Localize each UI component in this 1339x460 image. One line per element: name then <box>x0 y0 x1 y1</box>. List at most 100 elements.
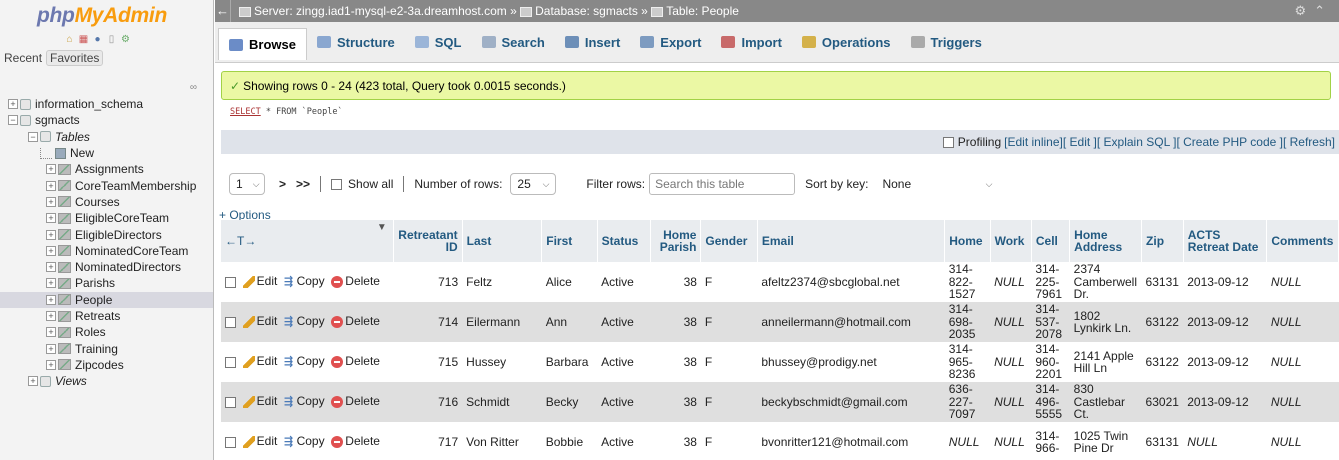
expand-icon[interactable]: + <box>46 278 56 289</box>
row-checkbox[interactable] <box>225 276 236 288</box>
cell-date[interactable]: NULL <box>1183 422 1267 460</box>
breadcrumb-database[interactable]: Database: sgmacts » <box>535 4 648 18</box>
expand-icon[interactable]: + <box>8 99 18 110</box>
cell-address[interactable]: 2141 Apple Hill Ln <box>1069 342 1142 382</box>
show-all-checkbox[interactable] <box>331 178 343 190</box>
cell-date[interactable]: 2013-09-12 <box>1183 382 1267 422</box>
tree-table-retreats[interactable]: + Retreats <box>0 308 213 324</box>
expand-icon[interactable]: + <box>46 213 56 224</box>
create-php-code-link[interactable]: [ Create PHP code ] <box>1176 135 1283 149</box>
tab-insert[interactable]: Insert <box>555 27 630 57</box>
copy-button[interactable]: ⇶ Copy <box>284 314 325 328</box>
cell-zip[interactable]: 63131 <box>1141 262 1184 302</box>
copy-button[interactable]: ⇶ Copy <box>284 274 325 288</box>
cell-id[interactable]: 716 <box>393 382 463 422</box>
edit-button[interactable]: Edit <box>242 354 277 369</box>
cell-status[interactable]: Active <box>597 382 651 422</box>
tab-import[interactable]: Import <box>711 27 791 57</box>
cell-home[interactable]: 314-965-8236 <box>944 342 991 382</box>
cell-date[interactable]: 2013-09-12 <box>1183 262 1267 302</box>
cell-zip[interactable]: 63131 <box>1141 422 1184 460</box>
cell-address[interactable]: 1802 Lynkirk Ln. <box>1069 302 1142 342</box>
cell-last[interactable]: Feltz <box>462 262 542 302</box>
column-header-status[interactable]: Status <box>597 220 652 262</box>
cell-home[interactable]: NULL <box>944 422 991 460</box>
cell-parish[interactable]: 38 <box>650 382 701 422</box>
cell-comments[interactable]: NULL <box>1266 422 1339 460</box>
expand-icon[interactable]: + <box>28 376 38 387</box>
rows-per-page-select[interactable]: 25 ⌵ <box>510 173 557 195</box>
cell-zip[interactable]: 63122 <box>1141 342 1184 382</box>
tree-tables-group[interactable]: − Tables <box>0 129 213 145</box>
cell-last[interactable]: Schmidt <box>462 382 542 422</box>
cell-status[interactable]: Active <box>597 342 651 382</box>
expand-icon[interactable]: + <box>46 164 56 175</box>
edit-button[interactable]: Edit <box>242 434 277 449</box>
tree-table-nominateddirectors[interactable]: + NominatedDirectors <box>0 259 213 275</box>
expand-icon[interactable]: + <box>46 311 56 321</box>
recent-tab[interactable]: Recent <box>4 51 42 65</box>
cell-last[interactable]: Eilermann <box>462 302 542 342</box>
docs-icon[interactable]: ▯ <box>106 34 117 45</box>
settings-icon[interactable]: ⚙ <box>120 34 131 45</box>
cell-id[interactable]: 713 <box>393 262 463 302</box>
copy-button[interactable]: ⇶ Copy <box>284 434 325 448</box>
tree-table-parishs[interactable]: + Parishs <box>0 275 213 291</box>
sort-indicator-icon[interactable]: ▼ <box>377 222 387 234</box>
tree-table-eligiblecoreteam[interactable]: + EligibleCoreTeam <box>0 210 213 226</box>
tab-search[interactable]: Search <box>472 27 555 57</box>
cell-parish[interactable]: 38 <box>650 342 701 382</box>
column-header-home[interactable]: Home <box>944 220 991 262</box>
settings-icon[interactable]: ⚙⌃ <box>1294 3 1339 19</box>
delete-button[interactable]: Delete <box>331 314 380 329</box>
cell-parish[interactable]: 38 <box>650 302 701 342</box>
cell-first[interactable]: Bobbie <box>541 422 598 460</box>
collapse-icon[interactable]: − <box>28 131 38 142</box>
tab-sql[interactable]: SQL <box>405 27 472 57</box>
help-icon[interactable]: ● <box>92 34 103 45</box>
tab-structure[interactable]: Structure <box>307 27 405 57</box>
cell-gender[interactable]: F <box>700 262 758 302</box>
cell-parish[interactable]: 38 <box>650 422 701 460</box>
filter-rows-input[interactable]: Search this table <box>649 173 796 195</box>
column-header-first[interactable]: First <box>541 220 598 262</box>
cell-comments[interactable]: NULL <box>1266 382 1339 422</box>
last-page-button[interactable]: >> <box>296 177 310 191</box>
tab-browse[interactable]: Browse <box>218 28 307 60</box>
cell-address[interactable]: 830 Castlebar Ct. <box>1069 382 1142 422</box>
cell-last[interactable]: Hussey <box>462 342 542 382</box>
column-header-last[interactable]: Last <box>462 220 543 262</box>
expand-icon[interactable]: + <box>46 196 56 207</box>
breadcrumb-server[interactable]: Server: zingg.iad1-mysql-e2-3a.dreamhost… <box>254 4 517 18</box>
page-select[interactable]: 1 ⌵ <box>229 173 265 195</box>
cell-id[interactable]: 714 <box>393 302 463 342</box>
sql-query[interactable]: SELECT * FROM `People` <box>230 107 343 117</box>
cell-id[interactable]: 715 <box>393 342 463 382</box>
cell-date[interactable]: 2013-09-12 <box>1183 302 1267 342</box>
delete-button[interactable]: Delete <box>331 354 380 369</box>
column-header-home-parish[interactable]: Home Parish <box>650 220 702 262</box>
delete-button[interactable]: Delete <box>331 394 380 409</box>
tree-table-people[interactable]: + People <box>0 291 213 308</box>
cell-zip[interactable]: 63021 <box>1141 382 1184 422</box>
row-checkbox[interactable] <box>225 316 236 328</box>
column-header-work[interactable]: Work <box>990 220 1032 262</box>
cell-status[interactable]: Active <box>597 422 651 460</box>
column-header-email[interactable]: Email <box>757 220 946 262</box>
home-icon[interactable]: ⌂ <box>64 34 75 45</box>
breadcrumb-table[interactable]: Table: People <box>666 4 739 18</box>
favorites-tab[interactable]: Favorites <box>46 50 104 66</box>
phpmyadmin-logo[interactable]: phpMyAdmin <box>0 0 213 30</box>
copy-button[interactable]: ⇶ Copy <box>284 354 325 368</box>
column-header-comments[interactable]: Comments <box>1266 220 1339 262</box>
tree-table-eligibledirectors[interactable]: + EligibleDirectors <box>0 226 213 242</box>
cell-email[interactable]: bvonritter121@hotmail.com <box>757 422 945 460</box>
cell-comments[interactable]: NULL <box>1266 342 1339 382</box>
tab-export[interactable]: Export <box>630 27 711 57</box>
cell-first[interactable]: Alice <box>541 262 598 302</box>
cell-gender[interactable]: F <box>700 342 758 382</box>
cell-status[interactable]: Active <box>597 302 651 342</box>
tree-table-courses[interactable]: + Courses <box>0 194 213 210</box>
tree-new-table[interactable]: New <box>0 145 213 161</box>
cell-id[interactable]: 717 <box>393 422 463 460</box>
